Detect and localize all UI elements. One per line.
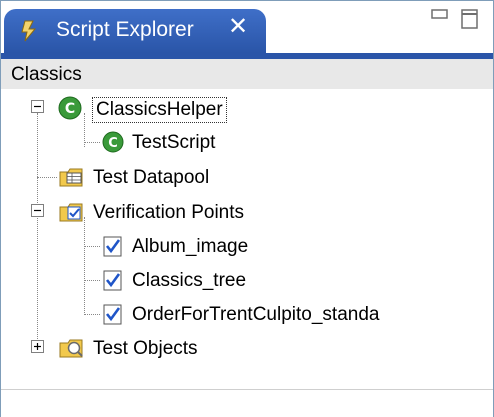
window-buttons <box>423 7 487 31</box>
tree-item-order-for-trent-culpito[interactable]: OrderForTrentCulpito_standa <box>1 297 493 331</box>
tree-item-label: OrderForTrentCulpito_standa <box>132 304 380 325</box>
script-explorer-panel: Script Explorer ✕ Classics C ClassicsHel… <box>0 0 494 417</box>
verification-point-icon <box>100 301 126 327</box>
expand-icon[interactable] <box>31 340 44 353</box>
verification-point-icon <box>100 267 126 293</box>
view-tab[interactable]: Script Explorer ✕ <box>4 9 266 53</box>
tree-item-classics-helper[interactable]: C ClassicsHelper <box>1 91 493 125</box>
helper-class-icon: C <box>57 95 83 121</box>
collapse-icon[interactable] <box>31 100 44 113</box>
tree-item-label: Classics_tree <box>132 270 247 291</box>
close-icon[interactable]: ✕ <box>228 15 248 39</box>
tree-item-verification-points[interactable]: Verification Points <box>1 195 493 229</box>
svg-text:C: C <box>108 136 118 151</box>
project-bar: Classics <box>1 59 493 89</box>
project-name: Classics <box>11 64 82 85</box>
collapse-icon[interactable] <box>31 204 44 217</box>
minimize-icon[interactable] <box>429 7 451 32</box>
verification-folder-icon <box>58 199 84 225</box>
svg-text:C: C <box>65 101 75 117</box>
tree-item-test-objects[interactable]: Test Objects <box>1 331 493 365</box>
tree-item-label: TestScript <box>132 132 216 153</box>
tree-item-test-datapool[interactable]: Test Datapool <box>1 160 493 194</box>
script-explorer-icon <box>18 19 40 43</box>
tree-item-classics-tree[interactable]: Classics_tree <box>1 263 493 297</box>
script-tree: C ClassicsHelper C TestScript Test Datap… <box>1 89 493 389</box>
tree-item-album-image[interactable]: Album_image <box>1 229 493 263</box>
tree-item-test-script[interactable]: C TestScript <box>1 125 493 159</box>
datapool-icon <box>58 164 84 190</box>
tree-item-label: Test Datapool <box>93 167 210 188</box>
tree-item-label: Album_image <box>132 236 249 257</box>
test-objects-folder-icon <box>58 335 84 361</box>
tree-item-label: ClassicsHelper <box>92 97 227 123</box>
tree-item-label: Test Objects <box>93 338 198 359</box>
verification-point-icon <box>100 233 126 259</box>
view-title: Script Explorer <box>56 18 194 41</box>
panel-bottom-area <box>1 389 493 417</box>
maximize-icon[interactable] <box>459 7 481 36</box>
tree-item-label: Verification Points <box>93 202 245 223</box>
script-icon: C <box>100 129 126 155</box>
